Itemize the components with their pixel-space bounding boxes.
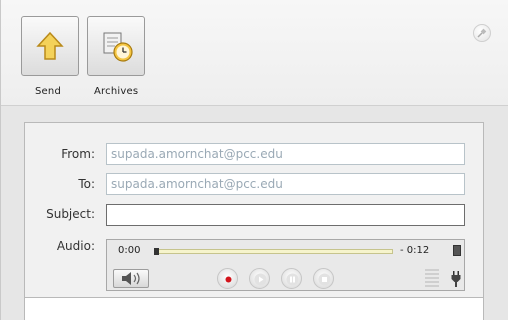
audio-progress-thumb[interactable]	[154, 248, 159, 255]
archives-button[interactable]	[87, 16, 145, 76]
volume-button[interactable]	[113, 269, 149, 288]
send-button[interactable]	[21, 16, 79, 76]
pause-button[interactable]	[281, 268, 302, 289]
level-meter	[425, 269, 439, 289]
pin-button[interactable]	[473, 24, 491, 42]
message-body[interactable]	[24, 298, 484, 320]
play-button[interactable]	[249, 268, 270, 289]
toolbar: Send Archives	[1, 0, 508, 106]
from-label: From:	[61, 147, 95, 161]
pin-icon	[477, 28, 487, 38]
record-icon	[225, 276, 232, 283]
play-icon	[254, 273, 267, 286]
audio-recorder: 0:00 - 0:12	[106, 239, 465, 291]
to-label: To:	[78, 177, 95, 191]
archives-label: Archives	[94, 86, 139, 97]
stop-icon	[318, 273, 331, 286]
elapsed-time: 0:00	[118, 245, 141, 256]
record-button[interactable]	[217, 268, 238, 289]
header-panel: From: supada.amornchat@pcc.edu To: supad…	[24, 122, 484, 298]
plug-icon	[451, 271, 461, 287]
remaining-time: - 0:12	[400, 245, 430, 256]
send-label: Send	[35, 86, 61, 97]
compose-area: From: supada.amornchat@pcc.edu To: supad…	[1, 106, 508, 320]
options-button[interactable]	[453, 245, 461, 256]
audio-progress-track[interactable]	[154, 249, 393, 254]
up-arrow-icon	[36, 31, 64, 60]
archive-clock-icon	[103, 32, 133, 62]
audio-label: Audio:	[56, 239, 95, 253]
pause-icon	[286, 273, 299, 286]
message-window: Send Archives From: supada.amornchat@pcc…	[0, 0, 508, 320]
speaker-icon	[122, 272, 140, 285]
subject-field[interactable]	[106, 204, 465, 226]
to-field[interactable]: supada.amornchat@pcc.edu	[106, 173, 465, 195]
from-field[interactable]: supada.amornchat@pcc.edu	[106, 143, 465, 165]
subject-label: Subject:	[46, 207, 95, 221]
stop-button[interactable]	[313, 268, 334, 289]
